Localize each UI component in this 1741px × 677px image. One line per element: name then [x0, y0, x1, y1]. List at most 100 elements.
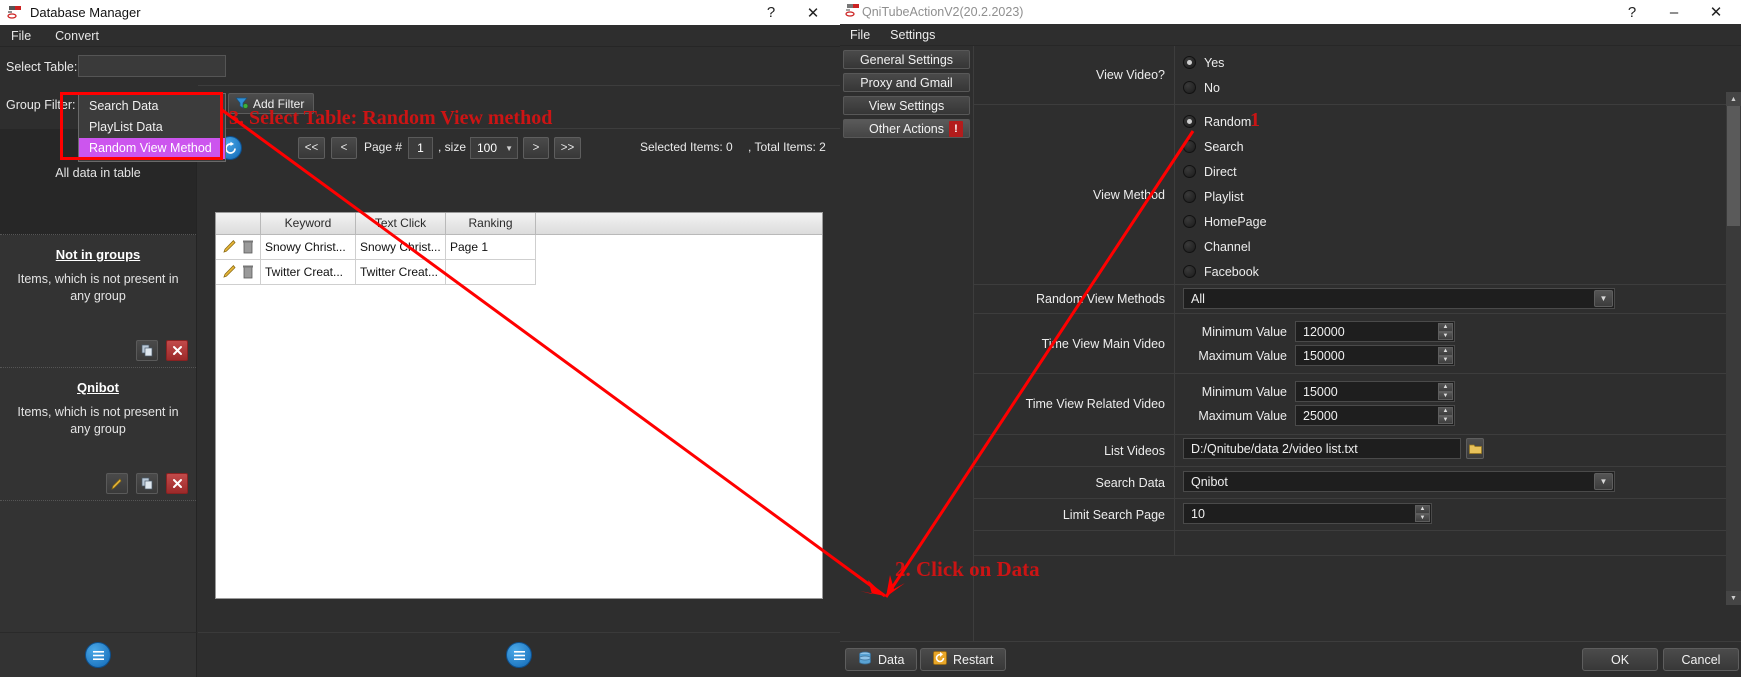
spinner-down-icon[interactable]: ▼: [1438, 415, 1453, 424]
select-table-dropdown[interactable]: Search Data PlayList Data Random View Me…: [78, 93, 226, 162]
db-menu-file[interactable]: File: [8, 28, 34, 44]
tab-other-actions[interactable]: Other Actions !: [843, 119, 970, 138]
cancel-button[interactable]: Cancel: [1663, 648, 1739, 671]
spinner-buttons[interactable]: ▲ ▼: [1438, 407, 1453, 424]
group-card-qnibot[interactable]: Qnibot Items, which is not present in an…: [0, 368, 196, 501]
radio-icon[interactable]: [1183, 190, 1196, 203]
data-button[interactable]: Data: [845, 648, 918, 671]
radio-icon[interactable]: [1183, 56, 1196, 69]
qni-menu-file[interactable]: File: [850, 28, 870, 42]
delete-icon[interactable]: [166, 340, 188, 361]
time-main-max-input[interactable]: 150000 ▲ ▼: [1295, 345, 1455, 366]
scroll-up-icon[interactable]: ▲: [1726, 92, 1741, 106]
dropdown-option-playlist-data[interactable]: PlayList Data: [79, 117, 225, 138]
edit-icon[interactable]: [106, 473, 128, 494]
spinner-up-icon[interactable]: ▲: [1438, 347, 1453, 356]
column-header-ranking[interactable]: Ranking: [445, 213, 536, 235]
time-related-min-input[interactable]: 15000 ▲ ▼: [1295, 381, 1455, 402]
dropdown-option-random-view-method[interactable]: Random View Method: [79, 138, 225, 159]
db-help-button[interactable]: ?: [750, 0, 792, 25]
radio-option-no[interactable]: No: [1183, 75, 1735, 100]
edit-icon[interactable]: [223, 239, 237, 254]
spinner-up-icon[interactable]: ▲: [1438, 383, 1453, 392]
radio-icon[interactable]: [1183, 240, 1196, 253]
time-related-max-input[interactable]: 25000 ▲ ▼: [1295, 405, 1455, 426]
first-page-button[interactable]: <<: [298, 137, 325, 159]
prev-page-button[interactable]: <: [331, 137, 357, 159]
radio-option-yes[interactable]: Yes: [1183, 50, 1735, 75]
dropdown-option-search-data[interactable]: Search Data: [79, 96, 225, 117]
pager-bar: << < Page # 1 , size 100 ▼ > >> Selected…: [198, 129, 840, 167]
spinner-down-icon[interactable]: ▼: [1438, 331, 1453, 340]
column-header-text-click[interactable]: Text Click: [355, 213, 446, 235]
limit-search-page-input[interactable]: 10 ▲ ▼: [1183, 503, 1432, 524]
page-size-combo[interactable]: 100 ▼: [470, 137, 518, 159]
list-icon[interactable]: [85, 642, 111, 668]
tab-view-settings[interactable]: View Settings: [843, 96, 970, 115]
copy-icon[interactable]: [136, 473, 158, 494]
search-data-combo[interactable]: Qnibot ▼: [1183, 471, 1615, 492]
spinner-buttons[interactable]: ▲ ▼: [1438, 323, 1453, 340]
spinner-down-icon[interactable]: ▼: [1415, 513, 1430, 522]
spinner-down-icon[interactable]: ▼: [1438, 391, 1453, 400]
db-menu-convert[interactable]: Convert: [52, 28, 102, 44]
settings-scrollbar[interactable]: ▲ ▼: [1726, 92, 1741, 605]
tab-proxy-and-gmail[interactable]: Proxy and Gmail: [843, 73, 970, 92]
radio-icon[interactable]: [1183, 81, 1196, 94]
chevron-down-icon[interactable]: ▼: [1594, 473, 1613, 490]
radio-option-random[interactable]: Random: [1183, 109, 1735, 134]
db-close-button[interactable]: ✕: [792, 0, 834, 25]
spinner-buttons[interactable]: ▲ ▼: [1438, 347, 1453, 364]
table-row[interactable]: Snowy Christ... Snowy Christ... Page 1: [216, 234, 822, 260]
table-row[interactable]: Twitter Creat... Twitter Creat...: [216, 259, 822, 285]
qni-help-button[interactable]: ?: [1611, 0, 1653, 25]
ok-button[interactable]: OK: [1582, 648, 1658, 671]
qni-close-button[interactable]: ✕: [1695, 0, 1737, 25]
radio-option-playlist[interactable]: Playlist: [1183, 184, 1735, 209]
spinner-down-icon[interactable]: ▼: [1438, 355, 1453, 364]
random-view-methods-combo[interactable]: All ▼: [1183, 288, 1615, 309]
radio-icon[interactable]: [1183, 140, 1196, 153]
qni-bottom-bar: Data Restart OK Cancel: [840, 641, 1741, 677]
scroll-thumb[interactable]: [1727, 106, 1740, 226]
page-number-input[interactable]: 1: [408, 137, 433, 159]
qni-minimize-button[interactable]: –: [1653, 0, 1695, 25]
data-grid[interactable]: Keyword Text Click Ranking Snowy Christ.…: [215, 212, 823, 599]
tab-general-settings[interactable]: General Settings: [843, 50, 970, 69]
radio-option-channel[interactable]: Channel: [1183, 234, 1735, 259]
spinner-up-icon[interactable]: ▲: [1438, 407, 1453, 416]
column-header-actions[interactable]: [216, 213, 261, 235]
restart-button[interactable]: Restart: [920, 648, 1007, 671]
spinner-up-icon[interactable]: ▲: [1438, 323, 1453, 332]
qni-menu-settings[interactable]: Settings: [890, 28, 935, 42]
row-value: Minimum Value 15000 ▲ ▼ Maximum Value 25…: [1174, 374, 1741, 434]
chevron-down-icon[interactable]: ▼: [1594, 290, 1613, 307]
radio-option-direct[interactable]: Direct: [1183, 159, 1735, 184]
edit-icon[interactable]: [223, 264, 237, 279]
list-videos-input[interactable]: D:/Qnitube/data 2/video list.txt: [1183, 438, 1461, 459]
row-time-view-related-video: Time View Related Video Minimum Value 15…: [974, 374, 1741, 435]
spinner-up-icon[interactable]: ▲: [1415, 505, 1430, 514]
time-main-min-input[interactable]: 120000 ▲ ▼: [1295, 321, 1455, 342]
radio-icon[interactable]: [1183, 215, 1196, 228]
list-icon[interactable]: [506, 642, 532, 668]
scroll-down-icon[interactable]: ▼: [1726, 591, 1741, 605]
radio-option-facebook[interactable]: Facebook: [1183, 259, 1735, 284]
radio-option-search[interactable]: Search: [1183, 134, 1735, 159]
radio-icon[interactable]: [1183, 265, 1196, 278]
spinner-buttons[interactable]: ▲ ▼: [1438, 383, 1453, 400]
browse-folder-icon[interactable]: [1466, 438, 1484, 459]
group-card-not-in-groups[interactable]: Not in groups Items, which is not presen…: [0, 235, 196, 368]
copy-icon[interactable]: [136, 340, 158, 361]
radio-icon[interactable]: [1183, 165, 1196, 178]
radio-icon[interactable]: [1183, 115, 1196, 128]
last-page-button[interactable]: >>: [554, 137, 581, 159]
next-page-button[interactable]: >: [523, 137, 549, 159]
delete-icon[interactable]: [242, 264, 256, 279]
delete-icon[interactable]: [242, 239, 256, 254]
delete-icon[interactable]: [166, 473, 188, 494]
select-table-combo[interactable]: [78, 55, 226, 77]
radio-option-homepage[interactable]: HomePage: [1183, 209, 1735, 234]
column-header-keyword[interactable]: Keyword: [260, 213, 356, 235]
spinner-buttons[interactable]: ▲ ▼: [1415, 505, 1430, 522]
